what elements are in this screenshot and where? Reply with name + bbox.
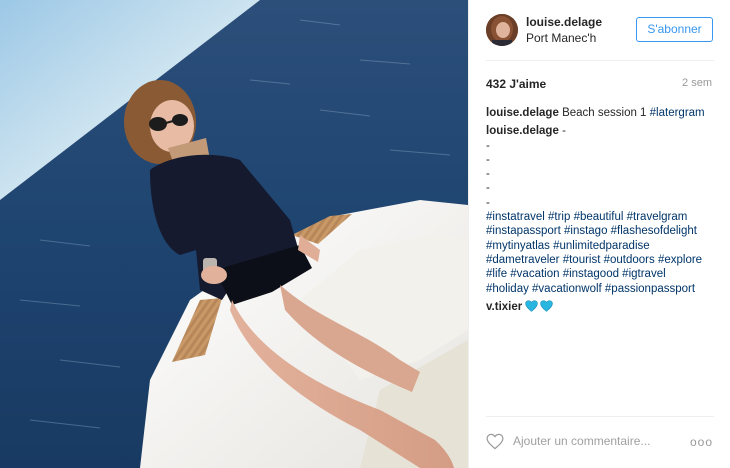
- comment-dash: -: [486, 196, 490, 209]
- caption-comment: louise.delage Beach session 1 #latergram: [486, 106, 718, 120]
- hashtag-comment: louise.delage - - - - - - #instatravel #…: [486, 124, 718, 296]
- hashtag-line[interactable]: #instatravel #trip #beautiful #travelgra…: [486, 210, 718, 224]
- post-username[interactable]: louise.delage: [526, 15, 602, 29]
- follow-button[interactable]: S'abonner: [636, 17, 713, 42]
- post-side-panel: louise.delage Port Manec'h S'abonner 432…: [468, 0, 730, 468]
- post-header: louise.delage Port Manec'h S'abonner: [469, 0, 730, 60]
- post-timestamp[interactable]: 2 sem: [682, 77, 712, 89]
- comments-list: louise.delage Beach session 1 #latergram…: [486, 106, 718, 318]
- blue-heart-icon: [525, 300, 539, 312]
- more-options-button[interactable]: ooo: [690, 435, 713, 449]
- blue-heart-icon: [540, 300, 554, 312]
- hashtag-line[interactable]: #dametraveler #tourist #outdoors #explor…: [486, 253, 718, 267]
- hashtag-line[interactable]: #holiday #vacationwolf #passionpassport: [486, 282, 718, 296]
- avatar[interactable]: [486, 14, 518, 46]
- comment-dash: -: [486, 139, 490, 152]
- divider: [486, 60, 714, 61]
- hashtag-line[interactable]: #life #vacation #instagood #igtravel: [486, 267, 718, 281]
- photo-canvas: [0, 0, 468, 468]
- likes-count[interactable]: 432 J'aime: [486, 77, 546, 91]
- comment-username[interactable]: v.tixier: [486, 301, 522, 313]
- post-footer: Ajouter un commentaire... ooo: [469, 416, 730, 468]
- comment-dash: -: [486, 153, 490, 166]
- caption-text: Beach session 1: [562, 107, 647, 119]
- post-photo[interactable]: [0, 0, 468, 468]
- comment-username[interactable]: louise.delage: [486, 107, 559, 119]
- avatar-image: [486, 14, 518, 46]
- reply-comment: v.tixier: [486, 300, 718, 314]
- hashtag-link[interactable]: #latergram: [650, 107, 705, 119]
- comment-username[interactable]: louise.delage: [486, 125, 559, 137]
- comment-dash: -: [486, 182, 490, 195]
- hashtag-line[interactable]: #instapassport #instago #flashesofdeligh…: [486, 224, 718, 238]
- comment-dash: -: [486, 168, 490, 181]
- comment-dash: -: [562, 125, 566, 138]
- post-location[interactable]: Port Manec'h: [526, 31, 596, 45]
- heart-outline-icon[interactable]: [486, 433, 504, 450]
- comment-input[interactable]: Ajouter un commentaire...: [513, 434, 650, 448]
- hashtag-line[interactable]: #mytinyatlas #unlimitedparadise: [486, 239, 718, 253]
